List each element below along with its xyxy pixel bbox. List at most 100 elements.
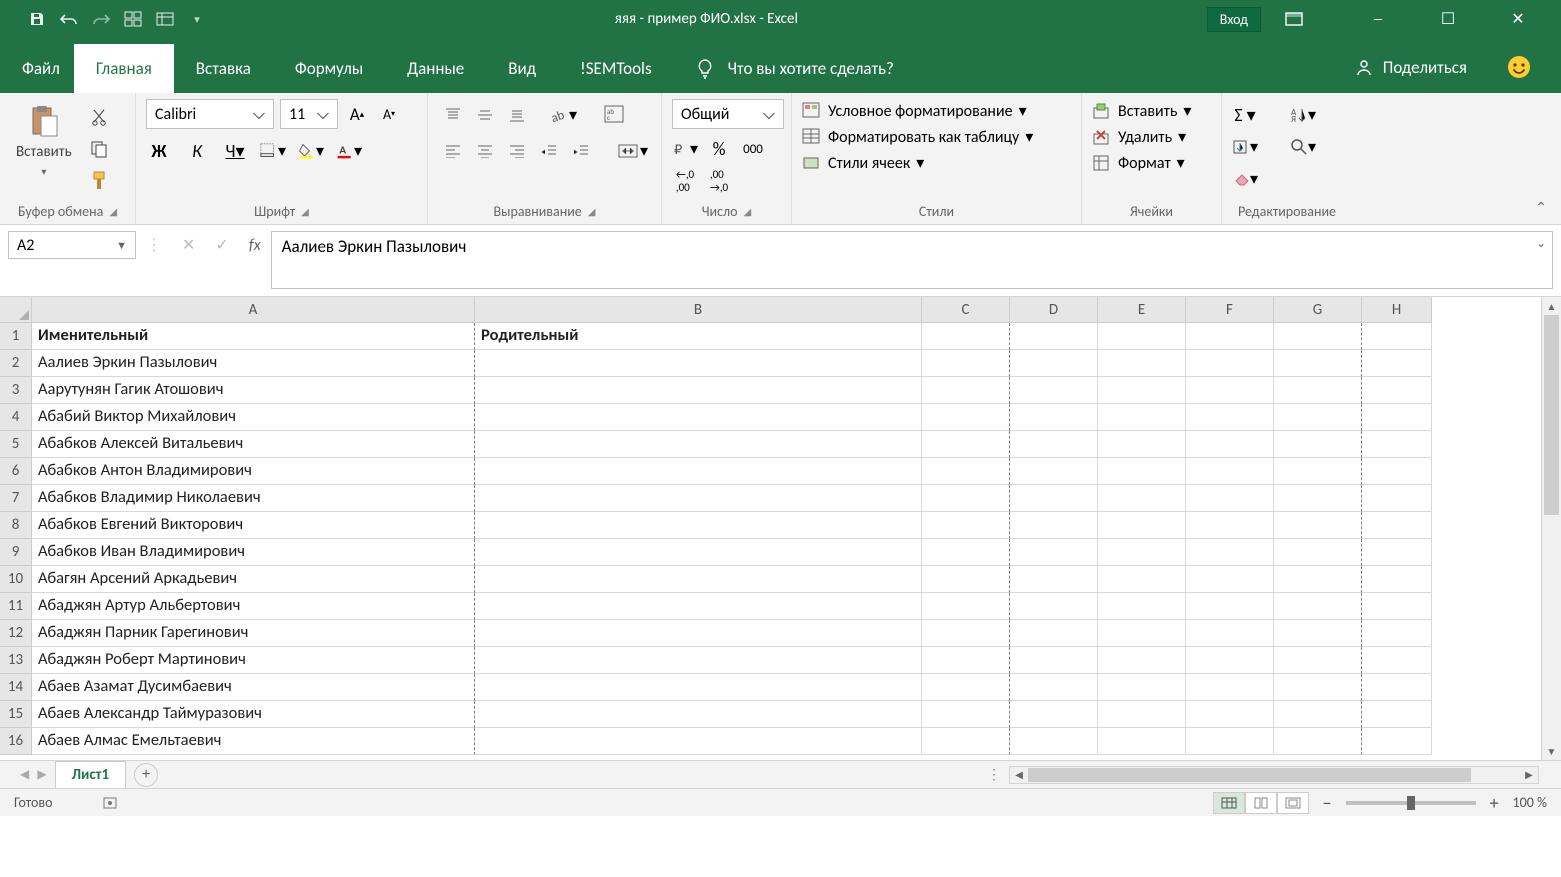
cell[interactable] <box>1186 350 1274 377</box>
cell[interactable] <box>1362 701 1432 728</box>
cell[interactable] <box>1186 485 1274 512</box>
cell[interactable]: Родительный <box>475 323 922 350</box>
row-header[interactable]: 4 <box>0 404 32 431</box>
cell[interactable] <box>1362 620 1432 647</box>
cell[interactable] <box>1098 593 1186 620</box>
cell[interactable] <box>475 701 922 728</box>
cell[interactable] <box>1098 485 1186 512</box>
cell[interactable] <box>475 620 922 647</box>
increase-indent-icon[interactable] <box>566 139 596 163</box>
decrease-indent-icon[interactable] <box>534 139 564 163</box>
view-normal-icon[interactable] <box>1213 792 1245 814</box>
cell[interactable] <box>922 701 1010 728</box>
cell[interactable] <box>1098 701 1186 728</box>
paste-button[interactable]: Вставить ▾ <box>10 99 78 182</box>
view-page-layout-icon[interactable] <box>1245 792 1277 814</box>
cell[interactable] <box>1010 512 1098 539</box>
row-header[interactable]: 9 <box>0 539 32 566</box>
cell[interactable] <box>1274 620 1362 647</box>
collapse-ribbon-icon[interactable]: ⌃ <box>1535 199 1547 216</box>
align-left-icon[interactable] <box>438 139 468 163</box>
cell[interactable] <box>1362 539 1432 566</box>
cell[interactable] <box>1098 431 1186 458</box>
decrease-decimal-icon[interactable]: ,00→,0 <box>706 169 732 193</box>
cell[interactable] <box>1362 512 1432 539</box>
cell[interactable] <box>922 539 1010 566</box>
row-header[interactable]: 16 <box>0 728 32 755</box>
scrollbar-thumb[interactable] <box>1544 315 1559 515</box>
tab-insert[interactable]: Вставка <box>174 44 273 93</box>
zoom-out-icon[interactable]: − <box>1323 792 1332 814</box>
cell[interactable] <box>1362 485 1432 512</box>
cell[interactable] <box>1274 431 1362 458</box>
cell[interactable] <box>1098 458 1186 485</box>
format-cells-button[interactable]: Формат ▾ <box>1092 153 1185 173</box>
sheet-nav[interactable]: ◀ ▶ <box>20 767 47 782</box>
cell[interactable] <box>1186 566 1274 593</box>
cell[interactable] <box>1010 404 1098 431</box>
cell[interactable] <box>1098 350 1186 377</box>
qat-custom1-icon[interactable] <box>124 10 142 28</box>
cell[interactable] <box>1186 377 1274 404</box>
find-select-icon[interactable]: ▾ <box>1290 135 1316 159</box>
enter-formula-icon[interactable]: ✓ <box>215 235 228 255</box>
cell[interactable] <box>1186 701 1274 728</box>
delete-cells-button[interactable]: Удалить ▾ <box>1092 127 1186 147</box>
row-header[interactable]: 12 <box>0 620 32 647</box>
row-header[interactable]: 1 <box>0 323 32 350</box>
cell[interactable] <box>1274 539 1362 566</box>
scroll-down-icon[interactable]: ▼ <box>1542 742 1561 760</box>
number-format-combo[interactable]: Общий⌵ <box>672 99 784 129</box>
insert-function-icon[interactable]: fx <box>249 236 261 255</box>
sort-filter-icon[interactable]: AЯ▾ <box>1290 103 1316 127</box>
cell[interactable]: Абабков Алексей Витальевич <box>32 431 475 458</box>
zoom-level[interactable]: 100 % <box>1513 794 1547 811</box>
col-header[interactable]: B <box>475 297 922 323</box>
cell[interactable] <box>475 674 922 701</box>
cell[interactable] <box>475 593 922 620</box>
cell[interactable] <box>1274 674 1362 701</box>
cell[interactable] <box>475 431 922 458</box>
format-painter-icon[interactable] <box>86 169 112 193</box>
cell[interactable] <box>1098 377 1186 404</box>
cell[interactable] <box>1362 404 1432 431</box>
zoom-slider[interactable] <box>1346 801 1476 805</box>
cell[interactable] <box>475 566 922 593</box>
cell[interactable] <box>1362 350 1432 377</box>
cell[interactable] <box>1098 539 1186 566</box>
cell[interactable] <box>1186 728 1274 755</box>
decrease-font-icon[interactable]: A▾ <box>376 102 402 126</box>
cell[interactable] <box>922 458 1010 485</box>
cell[interactable] <box>922 512 1010 539</box>
cell[interactable]: Абаджян Парник Гарегинович <box>32 620 475 647</box>
tab-data[interactable]: Данные <box>385 44 486 93</box>
cell[interactable]: Абаев Александр Таймуразович <box>32 701 475 728</box>
fill-color-icon[interactable]: ▾ <box>298 139 324 163</box>
scroll-left-icon[interactable]: ◀ <box>1010 768 1028 781</box>
font-size-combo[interactable]: 11⌵ <box>280 99 338 129</box>
cell[interactable] <box>1098 620 1186 647</box>
cell[interactable] <box>475 350 922 377</box>
comma-icon[interactable]: 000 <box>740 137 766 161</box>
cell[interactable] <box>1362 458 1432 485</box>
col-header[interactable]: H <box>1362 297 1432 323</box>
borders-icon[interactable]: ▾ <box>260 139 286 163</box>
cell[interactable]: Абаев Алмас Емельтаевич <box>32 728 475 755</box>
align-bottom-icon[interactable] <box>502 103 532 127</box>
cell[interactable] <box>922 485 1010 512</box>
horizontal-scrollbar[interactable]: ◀ ▶ <box>1009 766 1539 784</box>
cell[interactable] <box>922 431 1010 458</box>
share-button[interactable]: Поделиться <box>1355 57 1467 78</box>
cell[interactable] <box>922 647 1010 674</box>
row-header[interactable]: 11 <box>0 593 32 620</box>
login-button[interactable]: Вход <box>1207 7 1261 32</box>
row-header[interactable]: 10 <box>0 566 32 593</box>
increase-font-icon[interactable]: A▴ <box>344 102 370 126</box>
cancel-formula-icon[interactable]: ✕ <box>182 235 195 255</box>
save-icon[interactable] <box>28 10 46 28</box>
increase-decimal-icon[interactable]: ←,0,00 <box>672 169 698 193</box>
row-header[interactable]: 3 <box>0 377 32 404</box>
macro-record-icon[interactable] <box>103 796 119 810</box>
cell[interactable] <box>1098 323 1186 350</box>
tab-view[interactable]: Вид <box>486 44 558 93</box>
